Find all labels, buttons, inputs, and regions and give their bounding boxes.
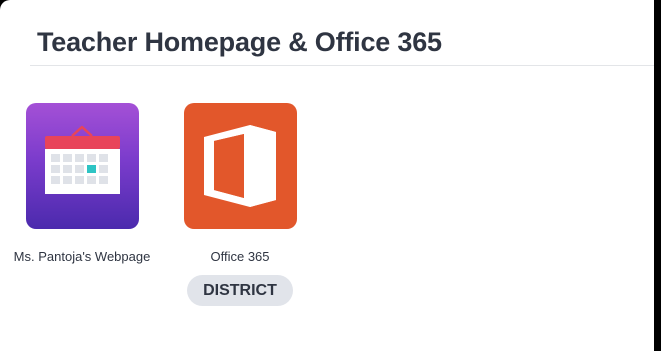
app-section-panel: Teacher Homepage & Office 365 Ms. Pantoj… — [0, 0, 654, 351]
app-label: Office 365 — [210, 249, 270, 264]
section-divider — [30, 65, 654, 66]
app-tile-office-365[interactable]: Office 365 DISTRICT — [165, 103, 315, 306]
office-logo-icon — [183, 103, 297, 229]
calendar-icon — [25, 103, 139, 229]
app-tile-teacher-webpage[interactable]: Ms. Pantoja's Webpage — [7, 103, 157, 265]
district-badge: DISTRICT — [187, 275, 293, 306]
app-label: Ms. Pantoja's Webpage — [13, 249, 151, 264]
section-title: Teacher Homepage & Office 365 — [37, 27, 442, 57]
